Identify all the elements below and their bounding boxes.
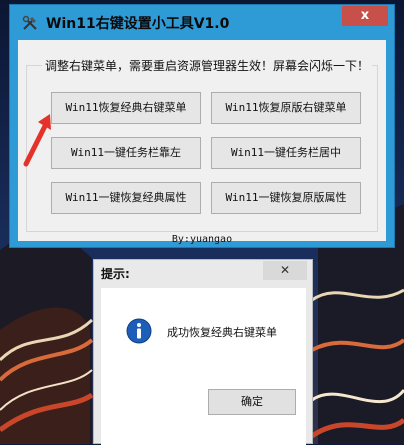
dialog-close-button[interactable]: ✕ [263,261,307,280]
author-credit: By:yuangao [171,234,233,245]
main-window: Win11右键设置小工具V1.0 x 调整右键菜单，需要重启资源管理器生效！屏幕… [9,4,395,248]
dialog-message: 成功恢复经典右键菜单 [167,326,277,339]
taskbar-left-button[interactable]: Win11一键任务栏靠左 [51,137,201,169]
group-title: 调整右键菜单，需要重启资源管理器生效！屏幕会闪烁一下！ [42,57,373,74]
message-dialog: 提示: ✕ 成功恢复经典右键菜单 确定 [93,259,313,445]
tools-icon [22,15,37,30]
red-arrow-icon [23,114,51,167]
ok-button[interactable]: 确定 [208,389,296,415]
title-bar[interactable]: Win11右键设置小工具V1.0 x [10,5,394,39]
restore-original-menu-button[interactable]: Win11恢复原版右键菜单 [211,92,361,124]
restore-original-properties-button[interactable]: Win11一键恢复原版属性 [211,182,361,214]
dialog-title: 提示: [101,267,130,281]
taskbar-center-button[interactable]: Win11一键任务栏居中 [211,137,361,169]
close-button[interactable]: x [342,6,388,26]
restore-classic-properties-button[interactable]: Win11一键恢复经典属性 [51,182,201,214]
info-icon [126,318,152,344]
dialog-body: 成功恢复经典右键菜单 确定 [101,288,306,445]
restore-classic-menu-button[interactable]: Win11恢复经典右键菜单 [51,92,201,124]
window-title: Win11右键设置小工具V1.0 [46,16,230,32]
window-client-area: 调整右键菜单，需要重启资源管理器生效！屏幕会闪烁一下！ Win11恢复经典右键菜… [18,40,386,245]
